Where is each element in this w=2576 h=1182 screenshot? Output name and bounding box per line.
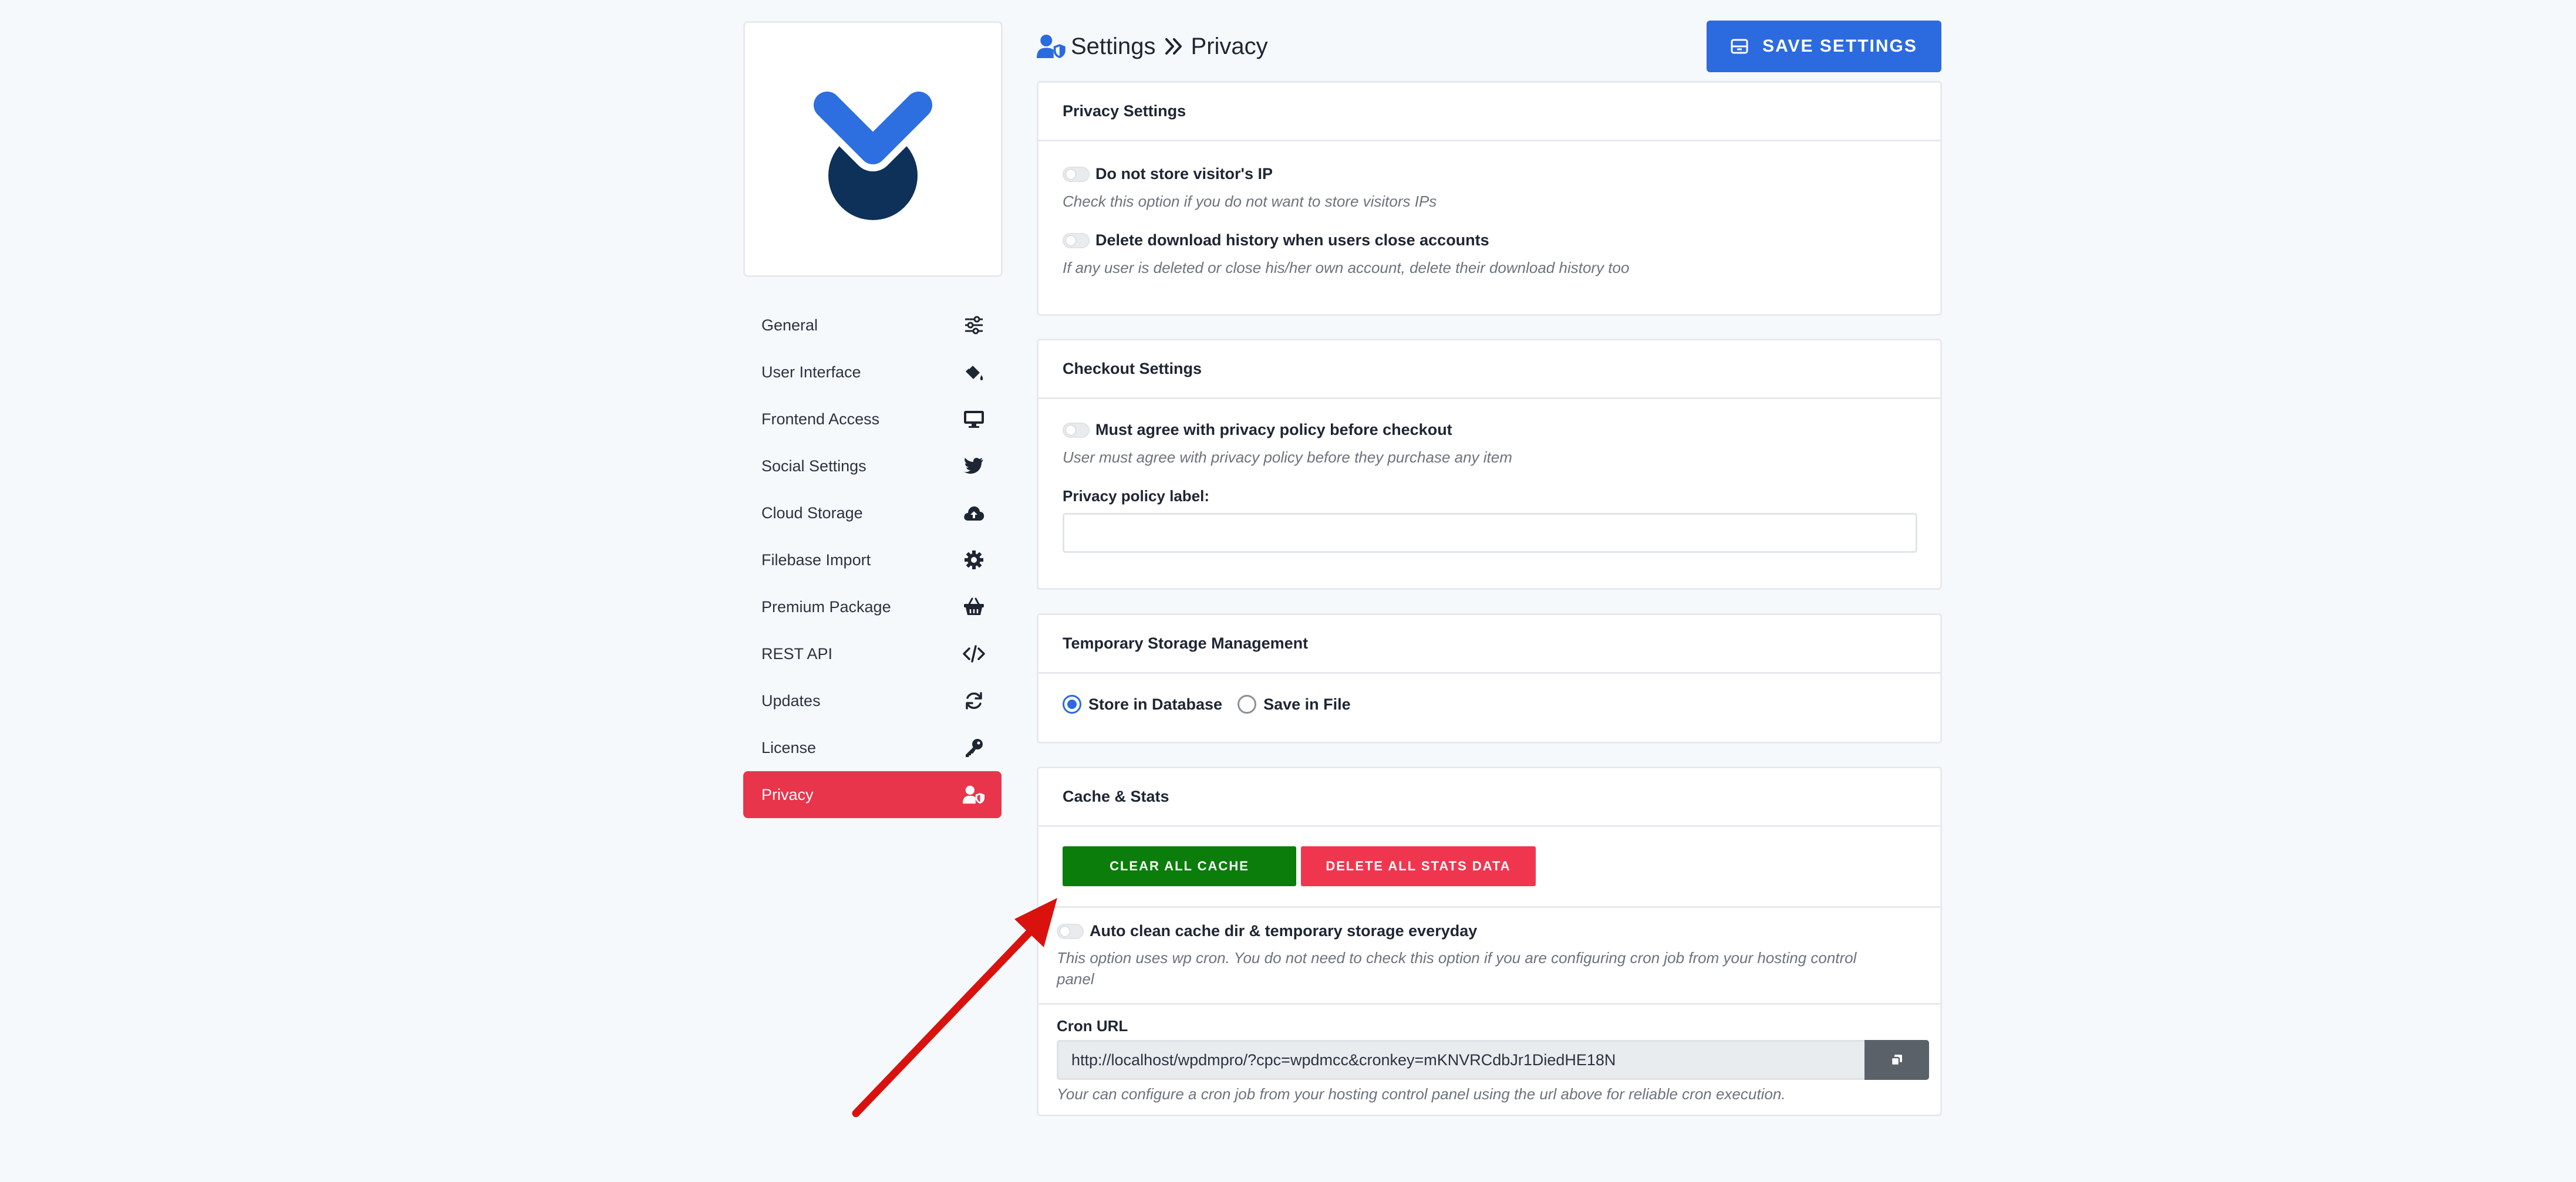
breadcrumb-section: Settings [1071, 33, 1156, 59]
delete-history-toggle[interactable] [1063, 232, 1090, 248]
sidebar-item-label: User Interface [761, 363, 861, 381]
double-chevron-right-icon [1165, 38, 1182, 55]
cache-stats-panel: Cache & Stats CLEAR ALL CACHE DELETE ALL… [1037, 766, 1942, 1116]
option-row: Auto clean cache dir & temporary storage… [1057, 922, 1477, 940]
store-in-database-radio[interactable] [1063, 695, 1081, 714]
save-button-label: SAVE SETTINGS [1762, 36, 1917, 56]
sidebar-item-label: Premium Package [761, 597, 891, 616]
sidebar-item-updates[interactable]: Updates [743, 677, 1002, 724]
logo-card [743, 21, 1003, 277]
paint-bucket-icon [963, 361, 985, 383]
save-in-file-radio[interactable] [1238, 695, 1257, 714]
save-icon [1731, 39, 1748, 54]
option-row: Must agree with privacy policy before ch… [1063, 421, 1452, 439]
option-hint-continued: panel [1057, 970, 1094, 988]
user-shield-icon [1037, 35, 1066, 58]
gear-icon [963, 549, 985, 571]
option-row: Delete download history when users close… [1063, 231, 1489, 249]
option-label: Auto clean cache dir & temporary storage… [1090, 922, 1478, 940]
option-hint: User must agree with privacy policy befo… [1063, 448, 1512, 466]
clear-all-cache-button[interactable]: CLEAR ALL CACHE [1063, 846, 1296, 886]
auto-clean-toggle[interactable] [1057, 923, 1084, 939]
sidebar-item-license[interactable]: License [743, 724, 1002, 771]
panel-title: Temporary Storage Management [1039, 615, 1940, 674]
breadcrumb-page: Privacy [1191, 33, 1268, 59]
key-icon [963, 737, 985, 759]
sliders-icon [963, 314, 985, 336]
sidebar-nav: General User Interface Frontend Access S… [743, 302, 1002, 818]
sidebar-item-social-settings[interactable]: Social Settings [743, 443, 1002, 489]
cron-url-hint: Your can configure a cron job from your … [1057, 1085, 1786, 1103]
privacy-label-field-label: Privacy policy label: [1063, 487, 1210, 505]
user-shield-icon [963, 784, 985, 806]
sidebar-item-user-interface[interactable]: User Interface [743, 349, 1002, 396]
panel-title: Checkout Settings [1039, 340, 1940, 399]
page-title: Settings Privacy [1037, 29, 1268, 63]
sidebar-item-rest-api[interactable]: REST API [743, 630, 1002, 677]
sidebar-item-filebase-import[interactable]: Filebase Import [743, 536, 1002, 583]
copy-button[interactable] [1864, 1040, 1929, 1080]
sidebar-item-label: Cloud Storage [761, 504, 863, 522]
sidebar-item-label: Privacy [761, 785, 814, 803]
option-row: Do not store visitor's IP [1063, 165, 1273, 183]
cron-url-label: Cron URL [1057, 1017, 1128, 1035]
option-label: Delete download history when users close… [1095, 231, 1489, 249]
sidebar-item-general[interactable]: General [743, 302, 1002, 349]
twitter-icon [963, 455, 985, 477]
privacy-settings-panel: Privacy Settings Do not store visitor's … [1037, 81, 1942, 316]
privacy-agree-toggle[interactable] [1063, 422, 1090, 438]
sidebar-item-label: Filebase Import [761, 551, 871, 569]
save-settings-button[interactable]: SAVE SETTINGS [1707, 21, 1941, 72]
option-hint: Check this option if you do not want to … [1063, 193, 1437, 210]
option-label: Do not store visitor's IP [1095, 165, 1273, 183]
panel-title: Privacy Settings [1039, 83, 1940, 141]
basket-icon [963, 596, 985, 618]
divider [1039, 1003, 1940, 1005]
sidebar-item-cloud-storage[interactable]: Cloud Storage [743, 489, 1002, 536]
desktop-icon [963, 408, 985, 430]
sidebar-item-label: Frontend Access [761, 410, 880, 428]
panel-title: Cache & Stats [1039, 768, 1940, 827]
option-hint: If any user is deleted or close his/her … [1063, 259, 1630, 276]
sidebar-item-privacy[interactable]: Privacy [743, 771, 1002, 818]
delete-all-stats-button[interactable]: DELETE ALL STATS DATA [1301, 846, 1536, 886]
checkout-settings-panel: Checkout Settings Must agree with privac… [1037, 339, 1942, 590]
cron-url-input[interactable]: http://localhost/wpdmpro/?cpc=wpdmcc&cro… [1057, 1040, 1864, 1080]
brand-logo [808, 85, 939, 220]
radio-label: Store in Database [1088, 695, 1223, 713]
sync-icon [963, 690, 985, 712]
store-ip-toggle[interactable] [1063, 166, 1090, 182]
option-label: Must agree with privacy policy before ch… [1095, 421, 1452, 438]
privacy-label-input[interactable] [1063, 513, 1917, 553]
sidebar-item-frontend-access[interactable]: Frontend Access [743, 396, 1002, 443]
sidebar-item-label: General [761, 316, 818, 334]
sidebar-item-label: License [761, 738, 817, 757]
sidebar-item-premium-package[interactable]: Premium Package [743, 583, 1002, 630]
cron-url-group: http://localhost/wpdmpro/?cpc=wpdmcc&cro… [1057, 1040, 1929, 1080]
cloud-upload-icon [963, 502, 985, 524]
temporary-storage-panel: Temporary Storage Management Store in Da… [1037, 613, 1942, 744]
sidebar-item-label: Updates [761, 691, 821, 710]
code-icon [963, 643, 985, 665]
sidebar-item-label: REST API [761, 644, 833, 663]
copy-icon [1890, 1055, 1902, 1066]
divider [1039, 906, 1940, 908]
radio-label: Save in File [1263, 695, 1351, 713]
sidebar-item-label: Social Settings [761, 457, 866, 475]
storage-radio-group: Store in Database Save in File [1063, 695, 1366, 714]
option-hint: This option uses wp cron. You do not nee… [1057, 949, 1857, 967]
